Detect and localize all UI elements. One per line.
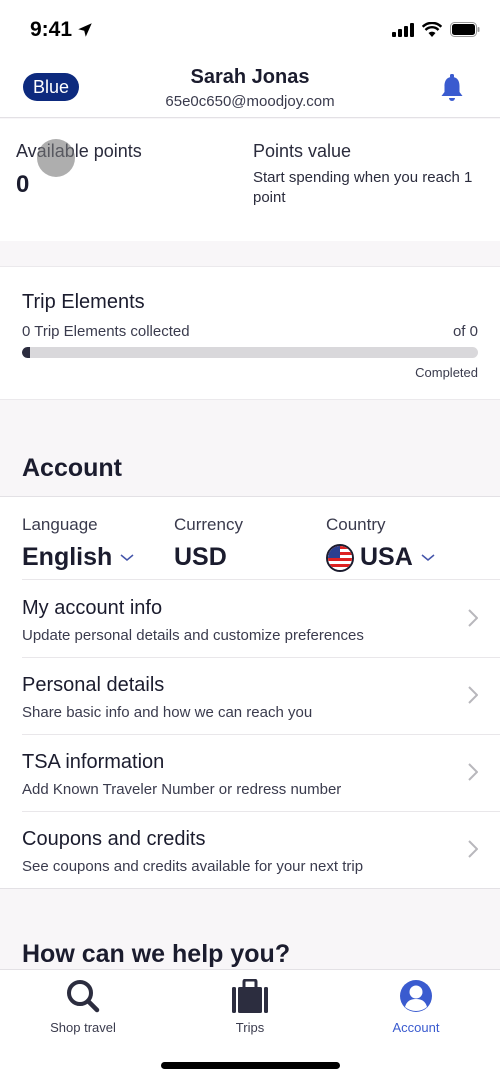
account-heading: Account [22,454,122,482]
country-label: Country [326,515,386,534]
menu-item-subtitle: Add Known Traveler Number or redress num… [22,781,342,798]
bell-icon [441,74,463,101]
country-selector[interactable]: Country USA [326,515,435,572]
search-icon [67,980,100,1013]
home-indicator[interactable] [161,1062,340,1069]
progress-fill [22,347,30,358]
chevron-right-icon [468,609,478,627]
points-value-label: Points value [253,141,352,161]
account-icon [400,980,432,1012]
currency-label: Currency [174,515,243,534]
location-arrow-icon [78,23,92,37]
help-heading: How can we help you? [22,940,291,968]
chevron-down-icon [120,553,134,561]
trip-elements-total: of 0 [452,323,478,340]
chevron-right-icon [468,763,478,781]
suitcase-icon [232,979,268,1013]
language-value: English [22,543,113,571]
currency-selector[interactable]: Currency USD [174,515,243,572]
profile-header: Blue Sarah Jonas 65e0c650@moodjoy.com [0,60,500,118]
wifi-icon [422,22,442,37]
menu-item-title: My account info [22,597,163,619]
touch-indicator [37,139,75,177]
country-value: USA [360,543,413,571]
menu-item-title: TSA information [22,751,165,773]
status-icons [392,22,480,37]
menu-item-title: Personal details [22,674,165,696]
menu-item-title: Coupons and credits [22,828,206,850]
user-name: Sarah Jonas [190,66,310,88]
chevron-right-icon [468,686,478,704]
tab-account[interactable]: Account [356,978,476,1035]
menu-item-coupons-and-credits[interactable]: Coupons and credits See coupons and cred… [0,812,500,889]
menu-item-my-account-info[interactable]: My account info Update personal details … [0,581,500,658]
trip-elements-card[interactable]: Trip Elements 0 Trip Elements collected … [0,266,500,400]
points-value-text: Start spending when you reach 1 point [253,169,473,206]
tab-label: Shop travel [50,1020,116,1035]
completed-label: Completed [415,365,478,380]
currency-value: USD [174,543,227,571]
us-flag-icon [326,543,354,572]
time-text: 9:41 [30,18,73,41]
user-email: 65e0c650@moodjoy.com [165,93,335,110]
trip-elements-progress [22,347,478,358]
notifications-button[interactable] [440,74,464,107]
available-points-value: 0 [16,171,30,198]
signal-icon [392,22,414,37]
menu-item-subtitle: Update personal details and customize pr… [22,627,364,644]
trip-elements-title: Trip Elements [22,291,145,313]
status-time: 9:41 [30,18,94,42]
language-selector[interactable]: Language English [22,515,134,572]
available-points-label: Available points [16,141,142,161]
chevron-down-icon [421,553,435,561]
menu-item-subtitle: Share basic info and how we can reach yo… [22,704,313,721]
tab-label: Trips [235,1020,265,1035]
tab-shop-travel[interactable]: Shop travel [23,978,143,1035]
chevron-right-icon [468,840,478,858]
battery-icon [450,22,480,37]
status-bar: 9:41 [0,0,500,60]
language-label: Language [22,515,98,534]
account-panel: Language English Currency USD Country US… [0,496,500,889]
points-card: Available points 0 Points value Start sp… [0,119,500,241]
menu-item-personal-details[interactable]: Personal details Share basic info and ho… [0,658,500,735]
divider [22,579,500,580]
tab-label: Account [392,1020,440,1035]
menu-item-tsa-information[interactable]: TSA information Add Known Traveler Numbe… [0,735,500,812]
trip-elements-count: 0 Trip Elements collected [22,323,190,340]
menu-item-subtitle: See coupons and credits available for yo… [22,858,364,875]
tab-trips[interactable]: Trips [190,978,310,1035]
